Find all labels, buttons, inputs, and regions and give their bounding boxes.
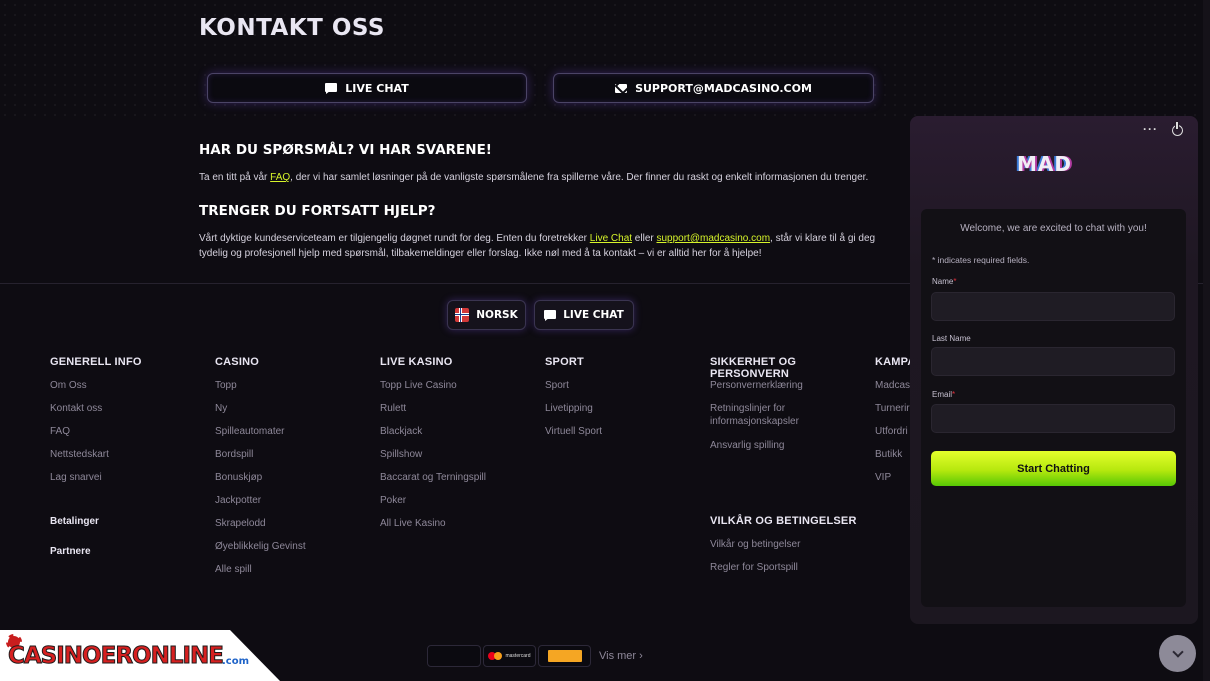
footer-link[interactable]: Poker (380, 494, 486, 517)
footer-link[interactable]: Vilkår og betingelser (710, 538, 857, 561)
live-chat-link[interactable]: Live Chat (590, 233, 632, 244)
show-more-link[interactable]: Vis mer › (599, 650, 643, 662)
footer-link-lag-snarvei[interactable]: Lag snarvei (50, 471, 142, 494)
footer-column-live-kasino: LIVE KASINO Topp Live Casino Rulett Blac… (380, 356, 486, 540)
required-note: * indicates required fields. (932, 255, 1030, 265)
footer-link[interactable]: Øyeblikkelig Gevinst (215, 540, 306, 563)
payment-logo-orange (538, 645, 591, 667)
language-label: NORSK (476, 309, 518, 321)
ellipsis-icon[interactable]: ··· (1143, 122, 1158, 136)
footer-link[interactable]: Jackpotter (215, 494, 306, 517)
watermark-suffix: .com (222, 656, 250, 667)
footer-column-general: GENERELL INFO Om Oss Kontakt oss FAQ Net… (50, 356, 142, 494)
faq-heading: HAR DU SPØRSMÅL? VI HAR SVARENE! (199, 142, 492, 158)
support-email-link[interactable]: support@madcasino.com (656, 233, 770, 244)
collapse-chat-button[interactable] (1159, 635, 1196, 672)
footer-link[interactable]: Livetipping (545, 402, 602, 425)
watermark-logo: CASINOERONLINE (7, 643, 224, 670)
column-heading: GENERELL INFO (50, 356, 142, 368)
footer-link-nettstedskart[interactable]: Nettstedskart (50, 448, 142, 471)
email-label: SUPPORT@MADCASINO.COM (635, 81, 812, 95)
live-chat-button[interactable]: LIVE CHAT (207, 73, 527, 103)
footer-column-casino: CASINO Topp Ny Spilleautomater Bordspill… (215, 356, 306, 586)
footer-link[interactable]: Topp Live Casino (380, 379, 486, 402)
email-support-button[interactable]: SUPPORT@MADCASINO.COM (553, 73, 874, 103)
footer-link[interactable]: Bonuskjøp (215, 471, 306, 494)
payment-logo-mastercard: mastercard (483, 645, 536, 667)
footer-link[interactable]: Spilleautomater (215, 425, 306, 448)
footer-link[interactable]: Alle spill (215, 563, 306, 586)
footer-link[interactable]: Ny (215, 402, 306, 425)
footer-link[interactable]: Blackjack (380, 425, 486, 448)
footer-link[interactable]: Ansvarlig spilling (710, 439, 870, 462)
chat-welcome: Welcome, we are excited to chat with you… (960, 223, 1147, 234)
footer-link[interactable]: Bordspill (215, 448, 306, 471)
help-paragraph: Vårt dyktige kundeserviceteam er tilgjen… (199, 233, 876, 259)
payment-card-icon (547, 650, 582, 662)
live-chat-label: LIVE CHAT (345, 81, 409, 95)
payment-logo-blank (427, 645, 481, 667)
name-input[interactable] (931, 292, 1175, 321)
footer-link[interactable]: Virtuell Sport (545, 425, 602, 448)
footer-link-betalinger[interactable]: Betalinger (50, 516, 99, 527)
footer-link[interactable]: Topp (215, 379, 306, 402)
footer-link-faq[interactable]: FAQ (50, 425, 142, 448)
footer-link[interactable]: Regler for Sportspill (710, 561, 857, 584)
footer-column-terms: VILKÅR OG BETINGELSER Vilkår og betingel… (710, 515, 857, 584)
footer-link[interactable]: Retningslinjer for informasjonskapsler (710, 402, 825, 439)
column-heading: VILKÅR OG BETINGELSER (710, 515, 857, 527)
chat-icon (544, 309, 557, 321)
start-chatting-button[interactable]: Start Chatting (931, 451, 1176, 486)
footer-live-chat-button[interactable]: LIVE CHAT (534, 300, 634, 330)
column-heading: LIVE KASINO (380, 356, 453, 368)
column-heading: CASINO (215, 356, 259, 368)
page-title: KONTAKT OSS (199, 15, 385, 41)
chat-icon (325, 82, 338, 94)
mail-icon (615, 83, 628, 93)
scrollbar-track[interactable] (1203, 0, 1210, 681)
footer-column-security: SIKKERHET OG PERSONVERN Personvernerklær… (710, 356, 870, 462)
footer-link[interactable]: All Live Kasino (380, 517, 486, 540)
footer-link[interactable]: Spillshow (380, 448, 486, 471)
footer-link-om-oss[interactable]: Om Oss (50, 379, 142, 402)
column-heading: SIKKERHET OG PERSONVERN (710, 356, 797, 380)
footer-link-partnere[interactable]: Partnere (50, 546, 91, 557)
email-label: Email* (932, 390, 956, 399)
footer-link-kontakt-oss[interactable]: Kontakt oss (50, 402, 142, 425)
footer-live-chat-label: LIVE CHAT (563, 309, 624, 321)
chevron-down-icon (1171, 645, 1184, 658)
last-name-input[interactable] (931, 347, 1175, 376)
help-heading: TRENGER DU FORTSATT HJELP? (199, 203, 436, 219)
power-icon[interactable] (1172, 122, 1183, 136)
footer-link[interactable]: Baccarat og Terningspill (380, 471, 486, 494)
footer-link[interactable]: Rulett (380, 402, 486, 425)
mad-logo: MAD (1017, 152, 1072, 176)
footer-link[interactable]: Personvernerklæring (710, 379, 870, 402)
norway-flag-icon (455, 308, 470, 322)
footer-column-sport: SPORT Sport Livetipping Virtuell Sport (545, 356, 602, 448)
language-button[interactable]: NORSK (447, 300, 526, 330)
email-input[interactable] (931, 404, 1175, 433)
footer-link[interactable]: Sport (545, 379, 602, 402)
last-name-label: Last Name (932, 334, 971, 343)
faq-paragraph: Ta en titt på vår FAQ, der vi har samlet… (199, 172, 869, 183)
faq-link[interactable]: FAQ (270, 172, 290, 183)
name-label: Name* (932, 277, 957, 286)
column-heading: SPORT (545, 356, 584, 368)
footer-link[interactable]: Skrapelodd (215, 517, 306, 540)
